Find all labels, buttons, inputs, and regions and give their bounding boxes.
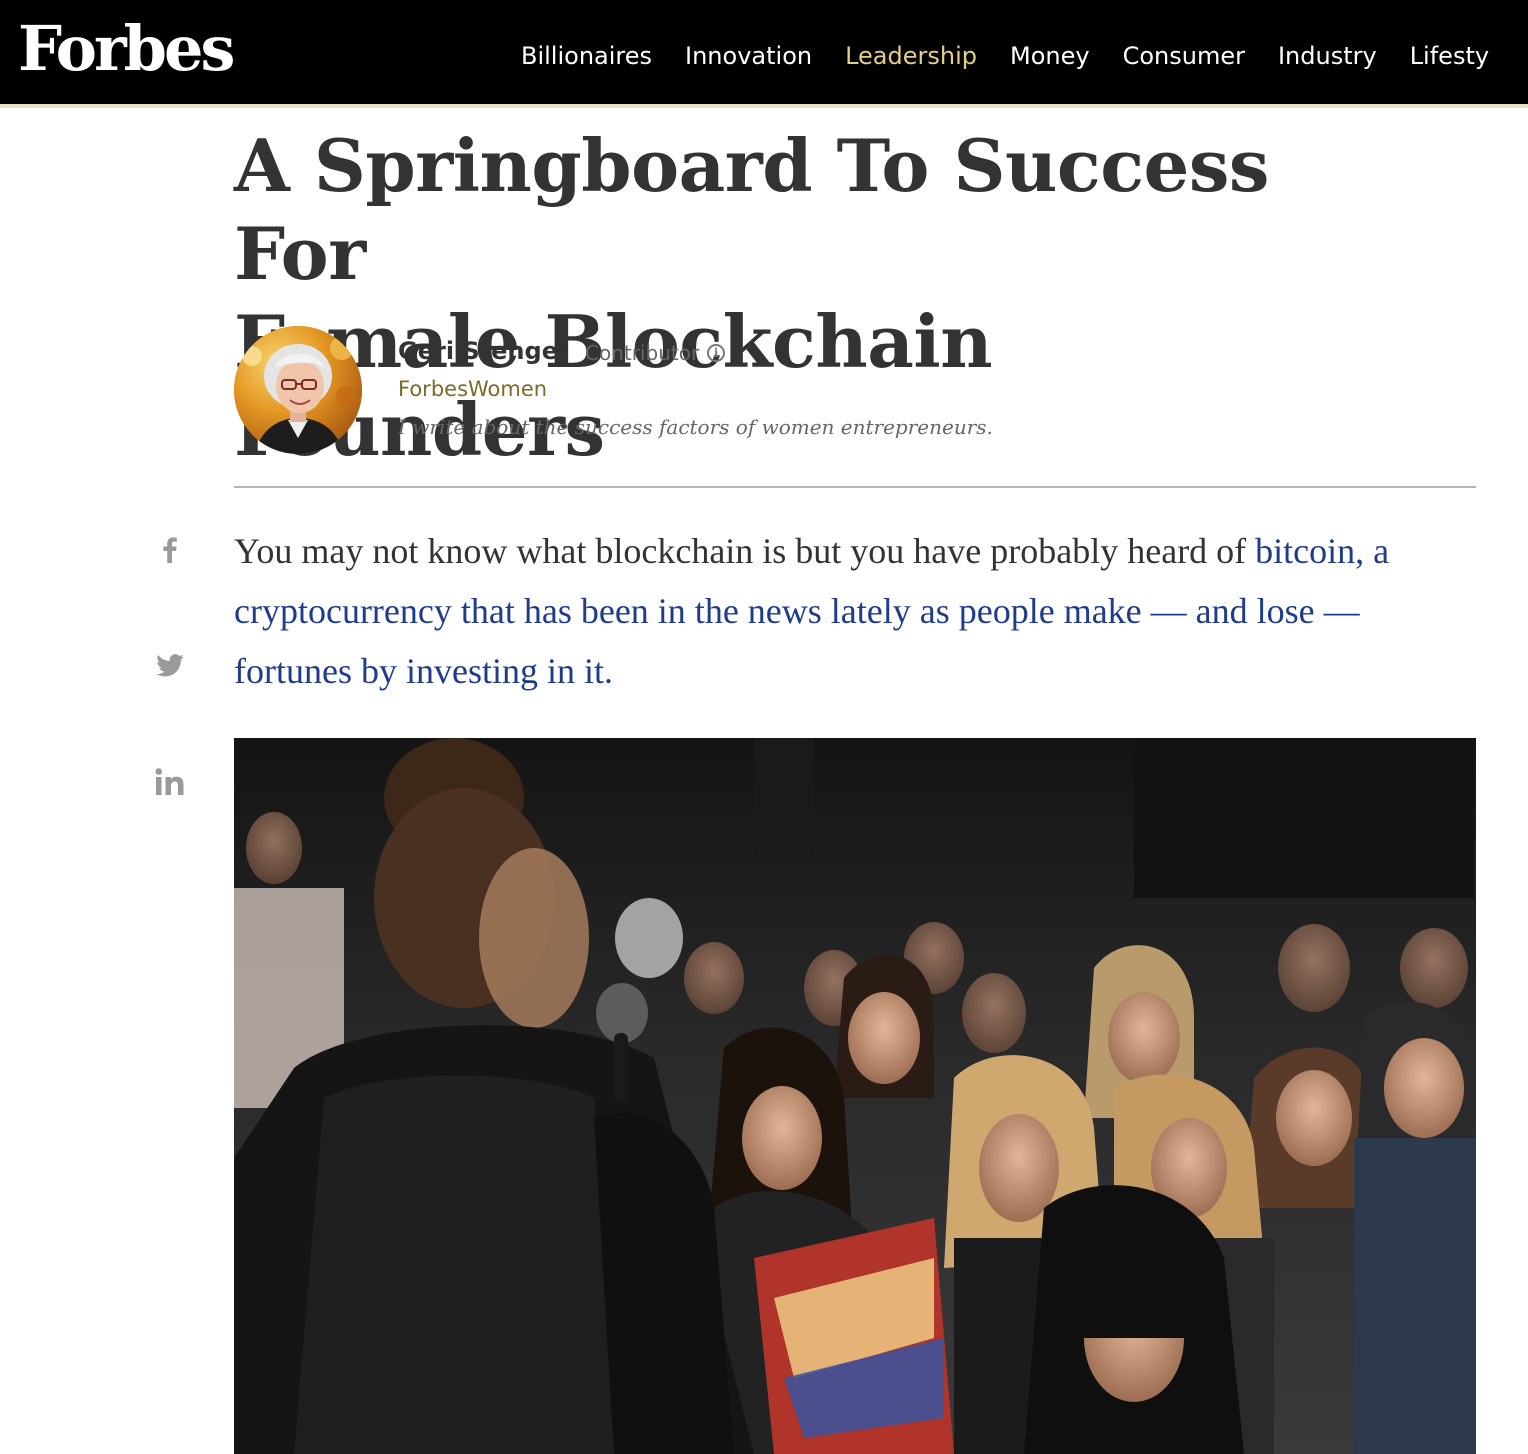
nav-item-innovation[interactable]: Innovation [685, 38, 812, 74]
author-role: Contributor i [585, 339, 726, 367]
share-facebook-button[interactable] [152, 532, 188, 568]
author-divider [234, 486, 1476, 488]
facebook-icon [163, 537, 177, 563]
nav-item-lifestyle[interactable]: Lifesty [1410, 38, 1489, 74]
info-icon[interactable]: i [707, 344, 726, 362]
nav-item-industry[interactable]: Industry [1278, 38, 1377, 74]
hero-image [234, 738, 1476, 1454]
article-title-line-1: A Springboard To Success For [234, 123, 1269, 296]
nav-item-consumer[interactable]: Consumer [1123, 38, 1245, 74]
nav-item-leadership[interactable]: Leadership [845, 38, 977, 74]
forbes-logo[interactable]: Forbes [18, 18, 235, 80]
author-name[interactable]: Geri Stengel [398, 335, 566, 367]
main-nav: Billionaires Innovation Leadership Money… [505, 38, 1522, 74]
nav-item-billionaires[interactable]: Billionaires [521, 38, 652, 74]
nav-item-money[interactable]: Money [1010, 38, 1090, 74]
top-nav-bar: Forbes Billionaires Innovation Leadershi… [0, 0, 1528, 108]
twitter-icon [156, 653, 184, 676]
linkedin-icon [155, 768, 184, 795]
lede-text: You may not know what blockchain is but … [234, 531, 1256, 571]
author-photo [234, 326, 362, 454]
author-avatar[interactable] [234, 326, 362, 454]
audience-photo [234, 738, 1476, 1454]
author-role-label: Contributor [585, 341, 700, 365]
author-bio: I write about the success factors of wom… [398, 415, 993, 439]
article-lede: You may not know what blockchain is but … [234, 521, 1484, 701]
author-channel-link[interactable]: ForbesWomen [398, 375, 547, 403]
share-twitter-button[interactable] [152, 647, 188, 683]
share-linkedin-button[interactable] [152, 764, 188, 800]
